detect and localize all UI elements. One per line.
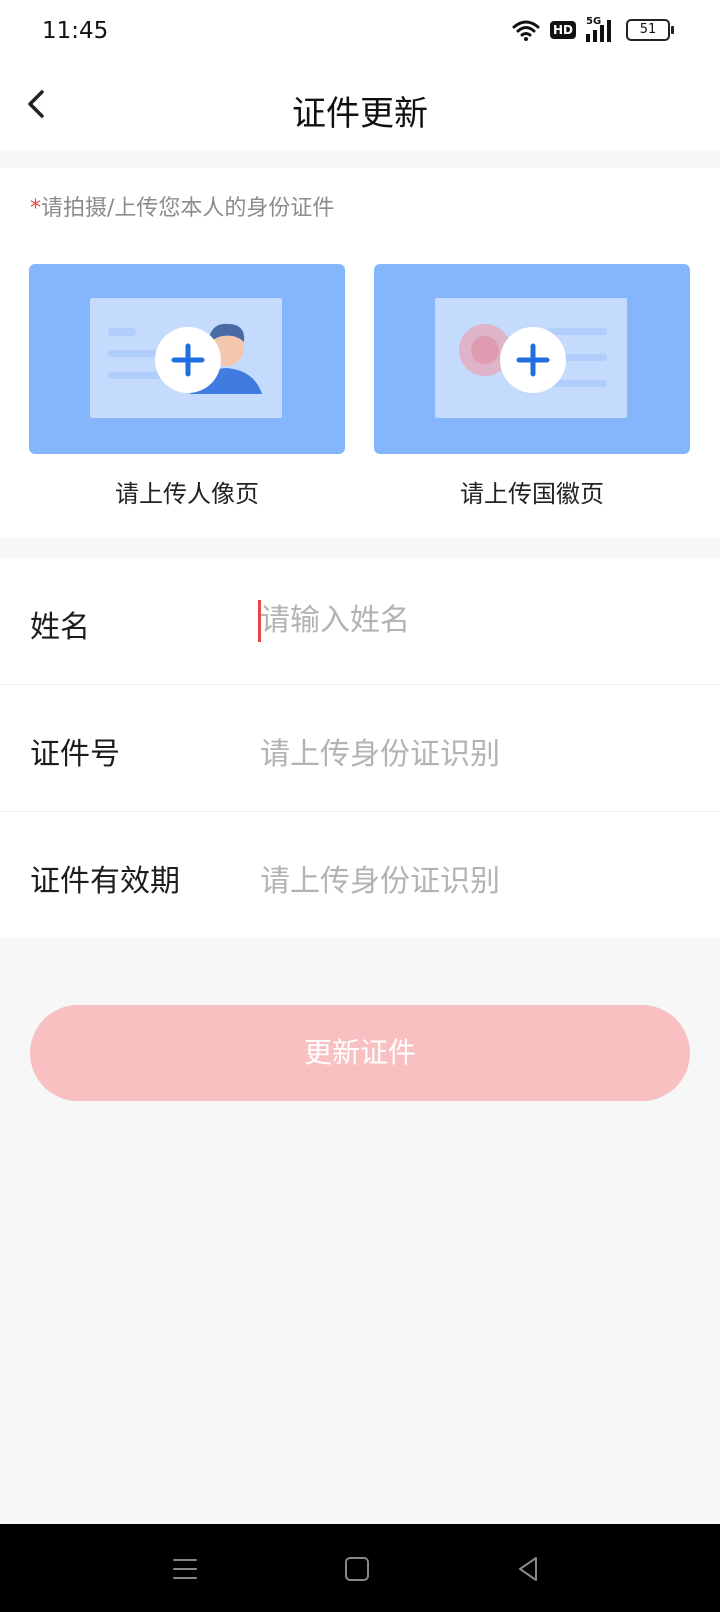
hd-badge: HD — [549, 21, 576, 39]
plus-icon — [155, 327, 221, 393]
menu-icon — [173, 1559, 197, 1579]
name-label: 姓名 — [30, 610, 90, 645]
id-upload-section: *请拍摄/上传您本人的身份证件 请上传人像页 请上传国徽页 — [0, 168, 720, 538]
back-nav-button[interactable] — [512, 1552, 546, 1586]
emblem-page-label: 请上传国徽页 — [460, 480, 604, 508]
battery-icon: 51 — [626, 19, 674, 41]
menu-button[interactable] — [168, 1552, 202, 1586]
required-mark: * — [30, 196, 41, 221]
upload-hint-text: 请拍摄/上传您本人的身份证件 — [41, 196, 335, 221]
id-number-value: 请上传身份证识别 — [260, 737, 500, 772]
status-time: 11:45 — [42, 18, 109, 44]
signal-icon: 5G — [586, 16, 616, 42]
id-number-label: 证件号 — [30, 737, 120, 772]
page-title: 证件更新 — [292, 94, 428, 134]
form-row-id-number: 证件号 请上传身份证识别 — [0, 685, 720, 812]
home-icon — [345, 1557, 369, 1581]
form-row-name: 姓名 — [0, 558, 720, 685]
network-type: 5G — [586, 16, 602, 27]
home-button[interactable] — [340, 1552, 374, 1586]
upload-portrait-page-button[interactable] — [29, 264, 345, 454]
status-bar: 11:45 HD 5G 51 — [0, 0, 720, 62]
top-nav: 证件更新 — [0, 62, 720, 150]
form-row-validity: 证件有效期 请上传身份证识别 — [0, 812, 720, 938]
system-nav-bar — [0, 1524, 720, 1612]
portrait-page-label: 请上传人像页 — [115, 480, 259, 508]
id-info-form: 姓名 证件号 请上传身份证识别 证件有效期 请上传身份证识别 — [0, 558, 720, 938]
upload-emblem-page-button[interactable] — [374, 264, 690, 454]
wifi-icon — [512, 20, 540, 41]
name-input[interactable] — [260, 598, 680, 642]
back-triangle-icon — [519, 1557, 537, 1581]
upload-hint: *请拍摄/上传您本人的身份证件 — [30, 190, 334, 222]
update-id-button[interactable]: 更新证件 — [30, 1005, 690, 1101]
validity-label: 证件有效期 — [30, 864, 180, 899]
plus-icon — [500, 327, 566, 393]
validity-value: 请上传身份证识别 — [260, 864, 500, 899]
status-icons: HD 5G 51 — [512, 16, 674, 42]
